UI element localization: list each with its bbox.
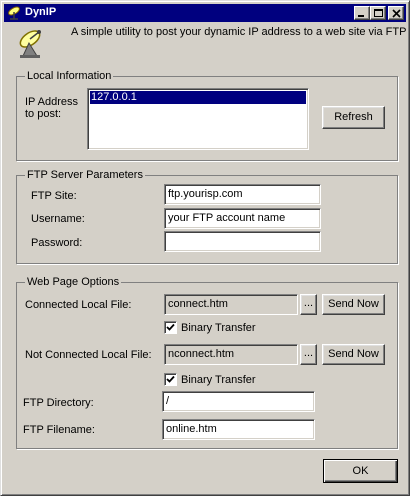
- list-item[interactable]: 127.0.0.1: [90, 91, 306, 104]
- refresh-button[interactable]: Refresh: [322, 106, 385, 129]
- not-connected-local-file-field[interactable]: nconnect.htm: [164, 344, 298, 365]
- ftp-site-label: FTP Site:: [31, 190, 77, 202]
- ftp-filename-label: FTP Filename:: [23, 424, 95, 436]
- ftp-site-field[interactable]: ftp.yourisp.com: [164, 184, 321, 205]
- username-field[interactable]: your FTP account name: [164, 208, 321, 229]
- browse-connected-button[interactable]: ...: [300, 294, 317, 315]
- ftp-server-parameters-label: FTP Server Parameters: [25, 169, 145, 182]
- web-page-options-group: Web Page Options Connected Local File: c…: [16, 276, 398, 449]
- web-page-options-label: Web Page Options: [25, 276, 122, 289]
- binary-transfer-checkbox-2[interactable]: [164, 373, 177, 386]
- local-information-label: Local Information: [25, 70, 114, 83]
- minimize-button[interactable]: [354, 6, 370, 20]
- ftp-directory-label: FTP Directory:: [23, 397, 94, 409]
- binary-transfer-label-1[interactable]: Binary Transfer: [181, 322, 256, 335]
- satellite-dish-icon: [19, 30, 41, 58]
- dynip-window: DynIP A simple utility to post your dyna…: [0, 0, 410, 496]
- checkmark-icon: [166, 375, 175, 383]
- minimize-icon: [358, 15, 364, 17]
- browse-not-connected-button[interactable]: ...: [300, 344, 317, 365]
- password-label: Password:: [31, 237, 83, 249]
- send-now-connected-button[interactable]: Send Now: [322, 294, 385, 315]
- ftp-directory-field[interactable]: /: [162, 391, 315, 412]
- checkmark-icon: [166, 323, 175, 331]
- connected-local-file-field[interactable]: connect.htm: [164, 294, 298, 315]
- ftp-filename-field[interactable]: online.htm: [162, 419, 315, 440]
- local-information-group: Local Information IP Address to post: 12…: [16, 70, 398, 161]
- window-title: DynIP: [25, 6, 57, 18]
- title-bar[interactable]: DynIP: [4, 4, 406, 22]
- binary-transfer-label-2[interactable]: Binary Transfer: [181, 374, 256, 387]
- close-icon: [392, 9, 401, 18]
- binary-transfer-checkbox-1[interactable]: [164, 321, 177, 334]
- ftp-server-parameters-group: FTP Server Parameters FTP Site: ftp.your…: [16, 169, 398, 264]
- connected-local-file-label: Connected Local File:: [25, 299, 132, 311]
- maximize-icon: [374, 9, 383, 17]
- ip-address-list[interactable]: 127.0.0.1: [87, 88, 309, 150]
- ok-button[interactable]: OK: [323, 459, 398, 483]
- satellite-dish-icon: [8, 6, 20, 20]
- username-label: Username:: [31, 213, 85, 225]
- ip-address-label-line2: to post:: [25, 108, 62, 120]
- maximize-button[interactable]: [370, 6, 386, 20]
- send-now-not-connected-button[interactable]: Send Now: [322, 344, 385, 365]
- header-description: A simple utility to post your dynamic IP…: [71, 26, 407, 38]
- not-connected-local-file-label: Not Connected Local File:: [25, 349, 152, 361]
- close-button[interactable]: [388, 6, 404, 20]
- password-field[interactable]: [164, 231, 321, 252]
